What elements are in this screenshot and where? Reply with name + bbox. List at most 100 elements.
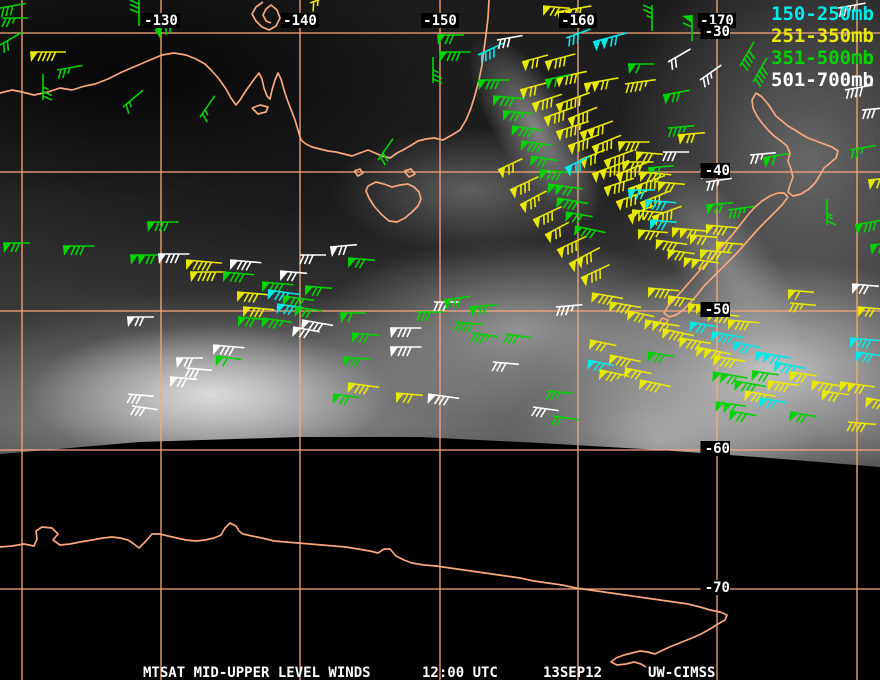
coastline-kangaroo-island bbox=[251, 104, 269, 115]
wind-barb bbox=[158, 253, 190, 264]
wind-barb bbox=[185, 259, 222, 272]
longitude-label: -130 bbox=[144, 13, 178, 29]
wind-barb bbox=[583, 77, 619, 94]
wind-barb bbox=[329, 243, 357, 257]
wind-barb bbox=[176, 357, 203, 368]
wind-barb bbox=[705, 201, 733, 215]
latitude-label: -70 bbox=[705, 580, 730, 596]
wind-barb bbox=[342, 356, 370, 368]
satellite-wind-product: -130 -140 -150 -160 -170 -30 -40 -50 -60 -70 150-… bbox=[0, 0, 880, 680]
wind-barb bbox=[618, 141, 650, 152]
wind-barb bbox=[351, 332, 379, 344]
wind-barb bbox=[30, 51, 66, 62]
wind-barb bbox=[42, 74, 53, 101]
legend-item-501-700: 501-700mb bbox=[771, 69, 874, 91]
map-overlay: -130 -140 -150 -160 -170-30-40-50-60-70 bbox=[0, 0, 880, 680]
wind-barb bbox=[628, 63, 654, 74]
wind-barb bbox=[229, 259, 262, 271]
coastline-tasmania bbox=[365, 181, 422, 223]
wind-barb bbox=[129, 0, 140, 26]
caption-time: 12:00 UTC bbox=[422, 665, 498, 680]
wind-barb bbox=[390, 346, 422, 357]
longitude-label: -140 bbox=[283, 13, 317, 29]
wind-barb bbox=[347, 382, 380, 395]
wind-barb bbox=[491, 361, 519, 373]
wind-barb bbox=[215, 355, 242, 367]
wind-barb bbox=[727, 205, 755, 220]
wind-barb bbox=[236, 291, 269, 303]
wind-barb bbox=[661, 328, 694, 342]
wind-barb bbox=[861, 106, 880, 120]
wind-barb bbox=[849, 144, 876, 160]
wind-barb bbox=[0, 2, 26, 18]
wind-barb bbox=[699, 64, 722, 88]
wind-barb bbox=[609, 301, 642, 315]
wind-barb bbox=[608, 354, 641, 368]
wind-barb bbox=[497, 157, 523, 179]
wind-barb bbox=[416, 311, 443, 322]
coastline-nz-north bbox=[751, 92, 839, 197]
wind-barb bbox=[787, 289, 814, 301]
wind-barb bbox=[849, 337, 880, 349]
wind-barb bbox=[126, 393, 154, 405]
coastline-australia bbox=[0, 0, 490, 159]
pressure-level-legend: 150-250mb 251-350mb 351-500mb 501-700mb bbox=[771, 3, 874, 91]
wind-barb bbox=[857, 306, 880, 318]
coastline-lake-eyre bbox=[251, 1, 281, 31]
wind-barb bbox=[377, 138, 394, 166]
wind-barb bbox=[588, 339, 617, 352]
caption-date: 13SEP12 bbox=[543, 665, 603, 680]
wind-barb bbox=[556, 197, 589, 211]
wind-barb bbox=[294, 306, 322, 319]
wind-barb bbox=[519, 190, 547, 214]
wind-barb bbox=[667, 249, 695, 262]
wind-barb bbox=[301, 319, 334, 333]
wind-barb bbox=[530, 155, 558, 168]
wind-barb bbox=[642, 4, 653, 31]
wind-barb bbox=[279, 270, 307, 282]
wind-barb bbox=[727, 319, 760, 331]
wind-barb bbox=[511, 125, 544, 138]
wind-barb bbox=[851, 283, 879, 295]
wind-barb bbox=[547, 183, 583, 197]
wind-barb bbox=[592, 32, 628, 52]
wind-barb bbox=[309, 0, 335, 12]
wind-barb bbox=[759, 397, 787, 410]
wind-barb bbox=[520, 140, 553, 153]
wind-barb bbox=[662, 151, 689, 162]
wind-barb bbox=[869, 241, 880, 255]
wind-barb bbox=[739, 41, 756, 71]
wind-barb bbox=[519, 82, 547, 100]
wind-barb bbox=[0, 31, 23, 53]
wind-barb bbox=[821, 390, 849, 403]
wind-barb bbox=[677, 131, 705, 145]
wind-barb bbox=[130, 405, 158, 417]
wind-barb bbox=[762, 152, 789, 168]
wind-barb bbox=[555, 303, 583, 317]
wind-barb bbox=[564, 155, 590, 177]
wind-barb bbox=[580, 263, 610, 287]
wind-barb bbox=[437, 34, 464, 45]
latitude-label: -60 bbox=[705, 441, 730, 457]
wind-barb bbox=[662, 89, 690, 105]
wind-barb bbox=[427, 393, 460, 406]
wind-barb bbox=[657, 181, 685, 193]
wind-barb bbox=[551, 415, 579, 426]
wind-barb bbox=[63, 245, 95, 256]
wind-barb bbox=[695, 346, 732, 361]
wind-barb bbox=[638, 379, 671, 393]
wind-barb bbox=[147, 221, 179, 232]
wind-barb bbox=[122, 89, 144, 115]
wind-barb bbox=[846, 421, 876, 433]
wind-barb bbox=[340, 312, 366, 323]
wind-barb bbox=[624, 78, 656, 94]
wind-barb bbox=[199, 95, 216, 123]
wind-barb bbox=[502, 110, 533, 122]
wind-barb bbox=[788, 302, 816, 313]
wind-barb bbox=[544, 53, 576, 72]
wind-barb bbox=[496, 34, 523, 50]
wind-barb bbox=[682, 15, 693, 41]
wind-barb bbox=[854, 218, 880, 235]
wind-barb bbox=[169, 376, 197, 388]
wind-barb bbox=[190, 271, 226, 282]
